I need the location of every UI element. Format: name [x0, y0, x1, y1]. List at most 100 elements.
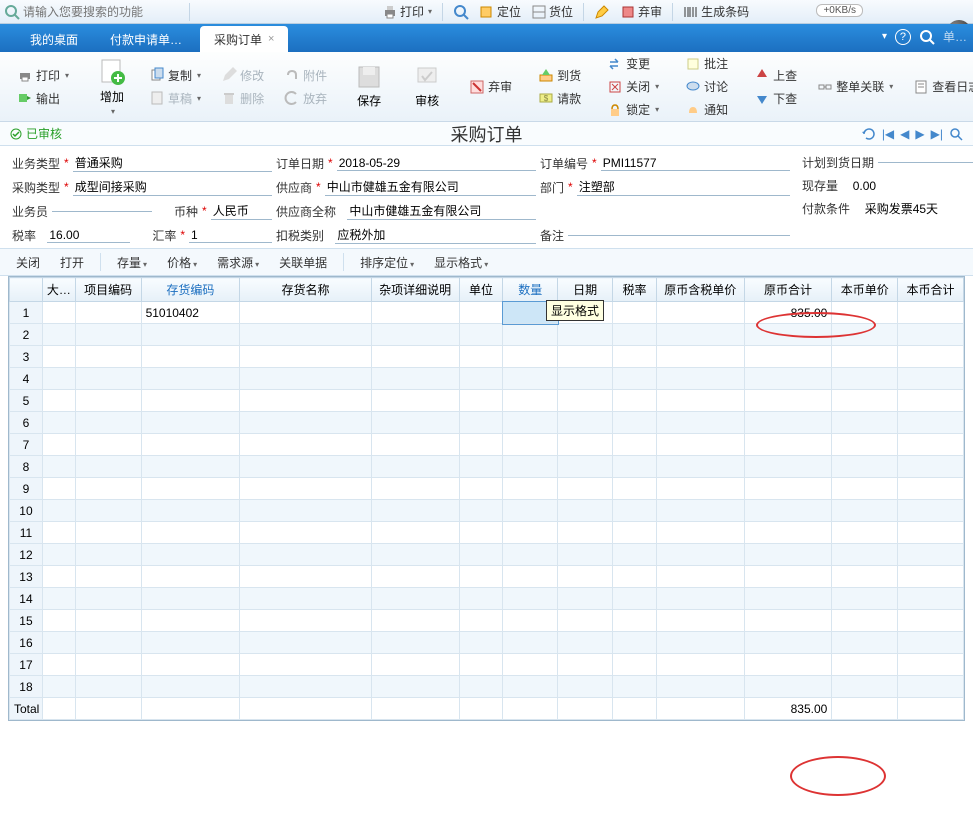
cell-orig-total[interactable] [744, 632, 832, 654]
request-pay-button[interactable]: $请款 [535, 89, 584, 108]
col-big[interactable]: 大… [42, 278, 75, 302]
discard-audit-button[interactable]: 弃审 [466, 77, 515, 96]
save-button[interactable]: 保存 [350, 62, 388, 111]
grid-close-button[interactable]: 关闭 [8, 252, 48, 273]
col-qty[interactable]: 数量 [503, 278, 558, 302]
chevron-down-icon[interactable]: ▾ [882, 31, 887, 42]
cell-qty[interactable] [503, 654, 558, 676]
add-button[interactable]: 增加▾ [92, 56, 132, 118]
global-search[interactable] [4, 4, 183, 20]
col-rownum[interactable] [10, 278, 43, 302]
col-inventory-name[interactable]: 存货名称 [240, 278, 372, 302]
link-doc-button[interactable]: 关联单据 [271, 252, 335, 273]
table-row[interactable]: 17 [10, 654, 964, 676]
table-row[interactable]: 9 [10, 478, 964, 500]
approve-note-button[interactable]: 批注 [682, 54, 731, 73]
cell-orig-total[interactable] [744, 566, 832, 588]
demand-dropdown[interactable]: 需求源▾ [209, 252, 267, 273]
notify-button[interactable]: 通知 [682, 100, 731, 119]
close-icon[interactable]: × [268, 33, 274, 45]
cell-qty[interactable] [503, 500, 558, 522]
cell-orig-total[interactable]: 835.00 [744, 302, 832, 324]
cell-orig-total[interactable] [744, 390, 832, 412]
cell-inv[interactable] [141, 676, 240, 698]
cell-orig-total[interactable] [744, 478, 832, 500]
col-date[interactable]: 日期 [558, 278, 613, 302]
cell-orig-total[interactable] [744, 522, 832, 544]
cell-inv[interactable] [141, 544, 240, 566]
cell-orig-total[interactable] [744, 654, 832, 676]
sys-barcode-button[interactable]: 生成条码 [679, 2, 753, 21]
cell-inv[interactable]: 51010402 [141, 302, 240, 324]
cell-qty[interactable] [503, 588, 558, 610]
search-input[interactable] [23, 5, 183, 19]
cell-inv[interactable] [141, 610, 240, 632]
next-record-icon[interactable]: ▶ [915, 127, 924, 141]
delete-button[interactable]: 删除 [218, 89, 267, 108]
cell-qty[interactable] [503, 324, 558, 346]
cell-qty[interactable] [503, 302, 558, 324]
whole-link-button[interactable]: 整单关联▾ [814, 77, 896, 96]
col-local-price[interactable]: 本币单价 [832, 278, 898, 302]
cell-qty[interactable] [503, 412, 558, 434]
table-row[interactable]: 3 [10, 346, 964, 368]
table-row[interactable]: 18 [10, 676, 964, 698]
cell-orig-total[interactable] [744, 500, 832, 522]
cell-orig-total[interactable] [744, 324, 832, 346]
close-doc-button[interactable]: 关闭▾ [604, 77, 662, 96]
help-icon[interactable]: ? [895, 29, 911, 45]
cell-inv[interactable] [141, 456, 240, 478]
sys-goods-button[interactable]: 货位 [527, 2, 577, 21]
cell-orig-total[interactable] [744, 412, 832, 434]
cell-inv[interactable] [141, 368, 240, 390]
cell-orig-total[interactable] [744, 588, 832, 610]
table-row[interactable]: 16 [10, 632, 964, 654]
display-format-dropdown[interactable]: 显示格式▾ [426, 252, 496, 273]
last-record-icon[interactable]: ▶| [931, 127, 943, 141]
audit-button[interactable]: 审核 [408, 62, 446, 111]
draft-button[interactable]: 草稿▾ [146, 89, 204, 108]
table-row[interactable]: 15 [10, 610, 964, 632]
cell-inv[interactable] [141, 412, 240, 434]
table-row[interactable]: 14 [10, 588, 964, 610]
arrive-button[interactable]: 到货 [535, 66, 584, 85]
table-row[interactable]: 6 [10, 412, 964, 434]
table-row[interactable]: 7 [10, 434, 964, 456]
cell-orig-total[interactable] [744, 544, 832, 566]
search-icon[interactable] [919, 29, 935, 45]
col-orig-tax-price[interactable]: 原币含税单价 [656, 278, 744, 302]
discuss-button[interactable]: 讨论 [682, 77, 731, 96]
col-project[interactable]: 项目编码 [75, 278, 141, 302]
cell-orig-total[interactable] [744, 434, 832, 456]
trace-up-button[interactable]: 上查 [751, 66, 800, 85]
col-orig-total[interactable]: 原币合计 [744, 278, 832, 302]
table-row[interactable]: 2 [10, 324, 964, 346]
table-row[interactable]: 11 [10, 522, 964, 544]
table-row[interactable]: 151010402835.00 [10, 302, 964, 324]
release-button[interactable]: 放弃 [281, 89, 330, 108]
sys-locate-button[interactable]: 定位 [475, 2, 525, 21]
cell-qty[interactable] [503, 346, 558, 368]
sys-discard-button[interactable]: 弃审 [616, 2, 666, 21]
cell-orig-total[interactable] [744, 368, 832, 390]
tab-desktop[interactable]: 我的桌面 [16, 26, 92, 52]
change-button[interactable]: 变更 [604, 54, 662, 73]
table-row[interactable]: 8 [10, 456, 964, 478]
table-row[interactable]: 4 [10, 368, 964, 390]
cell-inv[interactable] [141, 390, 240, 412]
cell-inv[interactable] [141, 434, 240, 456]
table-row[interactable]: 12 [10, 544, 964, 566]
cell-orig-total[interactable] [744, 456, 832, 478]
cell-orig-total[interactable] [744, 346, 832, 368]
cell-qty[interactable] [503, 390, 558, 412]
sys-zoom-button[interactable] [449, 3, 473, 21]
cell-inv[interactable] [141, 522, 240, 544]
view-log-button[interactable]: 查看日志▾ [910, 77, 973, 96]
first-record-icon[interactable]: |◀ [882, 127, 894, 141]
table-row[interactable]: 13 [10, 566, 964, 588]
cell-inv[interactable] [141, 654, 240, 676]
output-button[interactable]: 输出 [14, 89, 72, 108]
cell-qty[interactable] [503, 544, 558, 566]
price-dropdown[interactable]: 价格▾ [159, 252, 205, 273]
search-icon[interactable] [949, 127, 963, 141]
